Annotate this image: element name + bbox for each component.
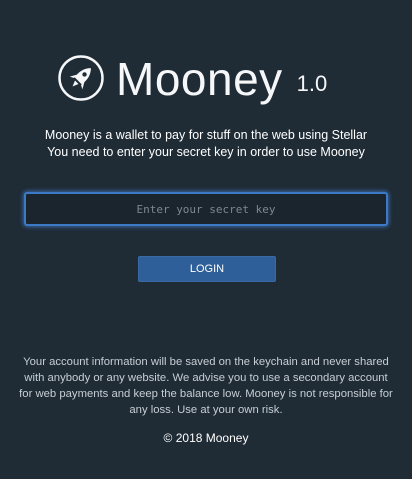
intro-line: Mooney is a wallet to pay for stuff on t… — [44, 128, 368, 142]
disclaimer-line: for web payments and keep the balance lo… — [19, 388, 393, 400]
disclaimer-text: Your account information will be saved o… — [14, 354, 398, 418]
intro-text: Mooney is a wallet to pay for stuff on t… — [0, 127, 412, 161]
disclaimer-line: with anybody or any website. We advise y… — [24, 372, 388, 384]
intro-line: You need to enter your secret key in ord… — [47, 145, 365, 159]
secret-key-input[interactable] — [26, 194, 386, 224]
login-button[interactable]: LOGIN — [138, 256, 276, 282]
rocket-icon — [58, 55, 104, 101]
copyright-text: © 2018 Mooney — [163, 431, 249, 445]
app-header: Mooney 1.0 — [58, 47, 327, 107]
app-version: 1.0 — [296, 71, 328, 96]
disclaimer-line: Your account information will be saved o… — [23, 356, 389, 368]
secret-key-field — [24, 192, 388, 226]
disclaimer-line: any loss. Use at your own risk. — [129, 404, 283, 416]
app-name: Mooney — [116, 53, 283, 105]
